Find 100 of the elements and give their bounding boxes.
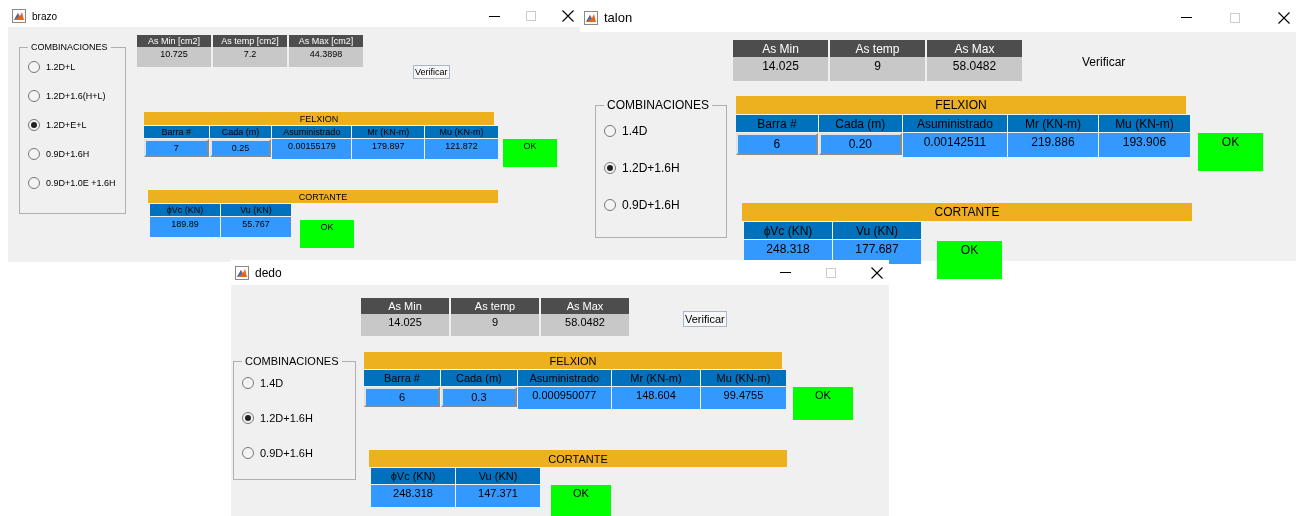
radio-option[interactable]: 1.4D xyxy=(242,376,355,390)
table-cell: 179.897 xyxy=(352,139,425,159)
column-header: Asuministrado xyxy=(272,126,352,138)
radio-option[interactable]: 0.9D+1.6H xyxy=(242,446,355,460)
table-cell: 44.3898 xyxy=(289,47,363,67)
radio-option[interactable]: 1.4D xyxy=(604,124,726,138)
table-cell: 14.025 xyxy=(733,57,828,81)
column-header: ϕVc (KN) xyxy=(371,468,455,484)
column-header: Mu (KN-m) xyxy=(700,370,786,386)
app-icon xyxy=(235,265,249,280)
column-header: Vu (KN) xyxy=(456,468,540,484)
table-cell: 0.000950077 xyxy=(517,387,611,409)
radio-option[interactable]: 0.9D+1.6H xyxy=(604,198,726,212)
table-cell: 14.025 xyxy=(361,314,449,336)
radio-icon[interactable] xyxy=(242,447,254,459)
table-cell: 193.906 xyxy=(1098,133,1190,157)
radio-icon[interactable] xyxy=(242,377,254,389)
close-icon[interactable] xyxy=(871,266,883,279)
column-header: Mu (KN-m) xyxy=(425,126,498,138)
panel-title: COMBINACIONES xyxy=(606,98,710,112)
radio-option[interactable]: 1.2D+E+L xyxy=(28,118,125,132)
column-header: Cada (m) xyxy=(209,126,272,138)
table-cell: 99.4755 xyxy=(700,387,786,409)
radio-option[interactable]: 0.9D+1.6H xyxy=(28,147,125,161)
input-field[interactable]: 7 xyxy=(144,139,209,157)
table-cell: 58.0482 xyxy=(541,314,629,336)
column-header: ϕVc (KN) xyxy=(744,222,832,239)
window-title: talon xyxy=(604,10,634,25)
window-title: dedo xyxy=(255,265,283,280)
table-cell: 219.886 xyxy=(1007,133,1098,157)
panel-title: COMBINACIONES xyxy=(244,355,340,367)
input-field[interactable]: 0.3 xyxy=(440,387,517,407)
panel-title: COMBINACIONES xyxy=(30,42,109,52)
table-cell: 121.872 xyxy=(425,139,498,159)
table-cell: 10.725 xyxy=(137,47,211,67)
radio-option[interactable]: 1.2D+1.6H xyxy=(242,411,355,425)
status-indicator: OK xyxy=(503,139,557,167)
column-header: Barra # xyxy=(364,370,440,386)
section-header: CORTANTE xyxy=(369,450,787,467)
table-cell: 9 xyxy=(830,57,925,81)
status-indicator: OK xyxy=(793,387,853,420)
table-cell: 55.767 xyxy=(221,217,291,237)
input-field[interactable]: 6 xyxy=(364,387,440,407)
status-indicator: OK xyxy=(551,485,611,516)
radio-icon[interactable] xyxy=(28,61,40,73)
app-icon xyxy=(12,9,26,23)
column-header: As Max xyxy=(541,298,629,314)
close-icon[interactable] xyxy=(1278,11,1290,24)
column-header: Cada (m) xyxy=(818,115,902,132)
column-header: Mr (KN-m) xyxy=(611,370,700,386)
table-cell: 0.00142511 xyxy=(902,133,1007,157)
radio-icon[interactable] xyxy=(28,148,40,160)
radio-icon[interactable] xyxy=(604,125,616,137)
column-header: Asuministrado xyxy=(517,370,611,386)
column-header: Mr (KN-m) xyxy=(352,126,425,138)
column-header: Mu (KN-m) xyxy=(1098,115,1190,132)
column-header: As Max xyxy=(927,40,1022,57)
section-header: FELXION xyxy=(144,112,494,125)
column-header: As Min xyxy=(733,40,828,57)
table-cell: 58.0482 xyxy=(927,57,1022,81)
column-header: As temp xyxy=(830,40,925,57)
table-cell: 9 xyxy=(451,314,539,336)
table-cell: 189.89 xyxy=(150,217,220,237)
verify-button[interactable]: Verificar xyxy=(1080,53,1128,71)
radio-icon[interactable] xyxy=(28,90,40,102)
radio-icon[interactable] xyxy=(604,162,616,174)
column-header: As temp xyxy=(451,298,539,314)
radio-option[interactable]: 0.9D+1.0E +1.6H xyxy=(28,176,125,190)
column-header: As Min xyxy=(361,298,449,314)
table-cell: 248.318 xyxy=(371,485,455,507)
table-cell: 7.2 xyxy=(213,47,287,67)
status-indicator: OK xyxy=(937,241,1002,279)
verify-button[interactable]: Verificar xyxy=(413,65,450,79)
column-header: Barra # xyxy=(736,115,818,132)
input-field[interactable]: 0.25 xyxy=(209,139,272,157)
radio-option[interactable]: 1.2D+1.6H xyxy=(604,161,726,175)
app-icon xyxy=(584,10,598,25)
table-cell: 148.604 xyxy=(611,387,700,409)
close-icon[interactable] xyxy=(562,10,574,22)
radio-icon[interactable] xyxy=(242,412,254,424)
verify-button[interactable]: Verificar xyxy=(683,311,727,327)
column-header: As temp [cm2] xyxy=(213,35,287,47)
column-header: Barra # xyxy=(144,126,209,138)
column-header: Vu (KN) xyxy=(221,204,291,216)
column-header: As Max [cm2] xyxy=(289,35,363,47)
column-header: Vu (KN) xyxy=(833,222,921,239)
input-field[interactable]: 6 xyxy=(736,133,818,155)
section-header: CORTANTE xyxy=(742,203,1192,221)
section-header: FELXION xyxy=(364,352,782,369)
radio-icon[interactable] xyxy=(28,177,40,189)
column-header: Mr (KN-m) xyxy=(1007,115,1098,132)
radio-option[interactable]: 1.2D+1.6(H+L) xyxy=(28,89,125,103)
column-header: ϕVc (KN) xyxy=(150,204,220,216)
column-header: Cada (m) xyxy=(440,370,517,386)
radio-option[interactable]: 1.2D+L xyxy=(28,60,125,74)
column-header: Asuministrado xyxy=(902,115,1007,132)
input-field[interactable]: 0.20 xyxy=(818,133,902,155)
radio-icon[interactable] xyxy=(604,199,616,211)
radio-icon[interactable] xyxy=(28,119,40,131)
section-header: FELXION xyxy=(736,96,1186,114)
